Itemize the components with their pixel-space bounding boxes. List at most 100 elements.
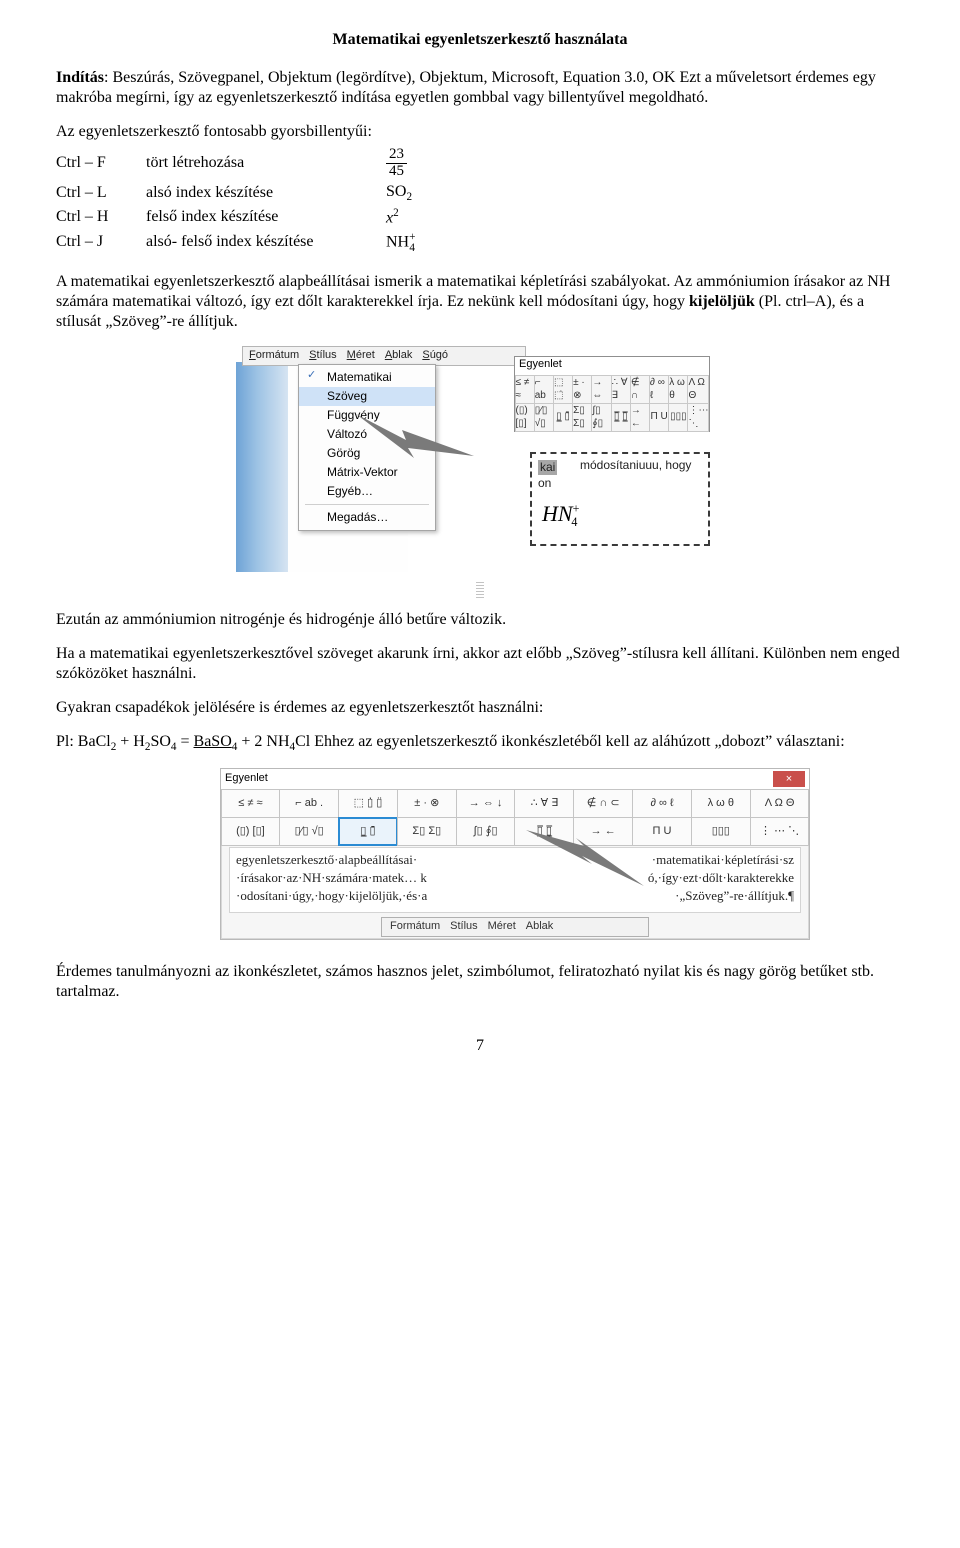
menubar-item[interactable]: Ablak — [385, 349, 413, 363]
menubar-item[interactable]: Formátum — [249, 349, 299, 363]
toolbar-button[interactable]: ⬚ ⬚̇ — [553, 375, 573, 404]
shortcuts-table: Ctrl – Ftört létrehozása2345Ctrl – Lalsó… — [56, 146, 466, 256]
toolbar-button[interactable]: ∂ ∞ ℓ — [632, 789, 692, 818]
toolbar-button[interactable]: ≤ ≠ ≈ — [515, 375, 535, 404]
toolbar-button[interactable]: λ ω θ — [691, 789, 751, 818]
doc-text-line: ·odosítani·úgy,·hogy·kijelöljük,·és·a·„S… — [236, 888, 794, 904]
dropdown-item[interactable]: Változó — [299, 425, 435, 444]
example-rest: Ehhez az egyenletszerkesztő ikonkészleté… — [314, 733, 844, 750]
toolbar-button[interactable]: → ⇔ ↓ — [456, 789, 516, 818]
toolbar-button[interactable]: ⌐ ab — [534, 375, 554, 404]
toolbar-button[interactable]: λ ω θ — [668, 375, 688, 404]
shortcut-desc: tört létrehozása — [146, 146, 386, 181]
document-text-behind: egyenletszerkesztő·alapbeállításai··mate… — [229, 847, 801, 913]
selected-equation-object[interactable]: kai on módosítaniuuu, hogy HN+4 — [530, 452, 710, 546]
toolbar-button[interactable]: ▯⁄▯ √▯ — [279, 817, 339, 846]
shortcut-desc: felső index készítése — [146, 205, 386, 229]
toolbar-button[interactable]: ▯▯▯ — [668, 403, 688, 432]
precipitate-paragraph: Gyakran csapadékok jelölésére is érdemes… — [56, 698, 904, 718]
dropdown-item[interactable]: Mátrix-Vektor — [299, 463, 435, 482]
toolbar-button[interactable]: → ⇔ — [591, 375, 611, 404]
chemical-equation: BaCl2 + H2SO4 = BaSO4 + 2 NH4Cl — [78, 733, 310, 750]
table-row: Ctrl – Lalsó index készítéseSO2 — [56, 181, 466, 205]
menubar-item[interactable]: Formátum — [390, 920, 440, 934]
equation-toolbar[interactable]: Egyenlet ≤ ≠ ≈⌐ ab⬚ ⬚̇± · ⊗→ ⇔∴ ∀ ∃∉ ∩∂ … — [514, 356, 710, 432]
menubar-item[interactable]: Stílus — [450, 920, 478, 934]
shortcut-key: Ctrl – H — [56, 205, 146, 229]
equation-submenubar[interactable]: Formátum Stílus Méret Ablak — [381, 917, 649, 937]
shortcut-key: Ctrl – J — [56, 229, 146, 256]
toolbar-underline-screenshot: Egyenlet × ≤ ≠ ≈⌐ ab .⬚ ▯̇ ▯̈± · ⊗→ ⇔ ↓∴… — [216, 768, 812, 944]
equation-toolbar-grid[interactable]: ≤ ≠ ≈⌐ ab .⬚ ▯̇ ▯̈± · ⊗→ ⇔ ↓∴ ∀ ∃∉ ∩ ⊂∂ … — [221, 790, 809, 846]
shortcut-example: 2345 — [386, 146, 466, 181]
toolbar-button[interactable]: Λ Ω Θ — [750, 789, 810, 818]
toolbar-button[interactable]: ▯̲̅ ▯̲̅ — [514, 817, 574, 846]
toolbar-button[interactable]: → ← — [630, 403, 650, 432]
text-style-paragraph: Ha a matematikai egyenletszerkesztővel s… — [56, 644, 904, 684]
sel-frag-2: on — [538, 476, 551, 491]
toolbar-button[interactable]: Π U — [632, 817, 692, 846]
toolbar-button[interactable]: ± · ⊗ — [397, 789, 457, 818]
toolbar-button[interactable]: Σ▯ Σ▯ — [572, 403, 592, 432]
toolbar-button[interactable]: ≤ ≠ ≈ — [221, 789, 281, 818]
toolbar-button[interactable]: ⬚ ▯̇ ▯̈ — [338, 789, 398, 818]
toolbar-button[interactable]: ∴ ∀ ∃ — [611, 375, 631, 404]
toolbar-button[interactable]: Σ▯ Σ▯ — [397, 817, 457, 846]
equation-toolbar-title: Egyenlet — [515, 357, 709, 376]
style-menu-screenshot: Formátum Stílus Méret Ablak Súgó Matematikai… — [236, 346, 712, 578]
stilus-dropdown[interactable]: MatematikaiSzövegFüggvényVáltozóGörögMát… — [298, 364, 436, 531]
equation-menubar: Formátum Stílus Méret Ablak Súgó — [242, 346, 526, 366]
dropdown-item[interactable]: Görög — [299, 444, 435, 463]
dropdown-item[interactable]: Megadás… — [299, 508, 435, 527]
toolbar-button[interactable]: (▯) [▯] — [221, 817, 281, 846]
ammonium-paragraph: A matematikai egyenletszerkesztő alapbeá… — [56, 272, 904, 332]
after-style-paragraph: Ezután az ammóniumion nitrogénje és hidr… — [56, 610, 904, 630]
sel-frag-3: módosítaniuuu, hogy — [580, 458, 691, 473]
shortcut-key: Ctrl – F — [56, 146, 146, 181]
page-title: Matematikai egyenletszerkesztő használat… — [56, 30, 904, 50]
shortcut-key: Ctrl – L — [56, 181, 146, 205]
menubar-item[interactable]: Súgó — [422, 349, 448, 363]
toolbar-button[interactable]: ▯⁄▯ √▯ — [534, 403, 554, 432]
toolbar-button[interactable]: ⌐ ab . — [279, 789, 339, 818]
table-row: Ctrl – Jalsó- felső index készítéseNH+4 — [56, 229, 466, 256]
menubar-item[interactable]: Méret — [347, 349, 375, 363]
shortcut-example: x2 — [386, 205, 466, 229]
menubar-item[interactable]: Ablak — [526, 920, 554, 934]
toolbar-button[interactable]: ∉ ∩ ⊂ — [573, 789, 633, 818]
toolbar-button[interactable]: ± · ⊗ — [572, 375, 592, 404]
dropdown-item[interactable]: Matematikai — [299, 368, 435, 387]
shortcut-example: NH+4 — [386, 229, 466, 256]
toolbar-button[interactable]: (▯) [▯] — [515, 403, 535, 432]
toolbar-button[interactable]: ⋮⋯⋱ — [687, 403, 709, 432]
toolbar-button[interactable]: ▯̲̅ ▯̲̅ — [611, 403, 631, 432]
toolbar-button[interactable]: ▯̲ ▯̄ — [338, 817, 398, 846]
menu-separator — [305, 504, 429, 505]
shortcut-desc: alsó index készítése — [146, 181, 386, 205]
menubar-item[interactable]: Stílus — [309, 349, 337, 363]
dropdown-item[interactable]: Szöveg — [299, 387, 435, 406]
toolbar-button[interactable]: ▯▯▯ — [691, 817, 751, 846]
intro-paragraph: Indítás: Beszúrás, Szövegpanel, Objektum… — [56, 68, 904, 108]
page-number: 7 — [56, 1036, 904, 1056]
toolbar-button[interactable]: Λ Ω Θ — [687, 375, 709, 404]
toolbar-button[interactable]: ∫▯ ∮▯ — [456, 817, 516, 846]
toolbar-button[interactable]: ▯̲ ▯̄ — [553, 403, 573, 432]
table-row: Ctrl – Ftört létrehozása2345 — [56, 146, 466, 181]
menubar-item[interactable]: Méret — [488, 920, 516, 934]
closing-paragraph: Érdemes tanulmányozni az ikonkészletet, … — [56, 962, 904, 1002]
sel-frag-1: kai — [538, 460, 557, 475]
toolbar-button[interactable]: ∴ ∀ ∃ — [514, 789, 574, 818]
toolbar-button[interactable]: ∫▯ ∮▯ — [591, 403, 611, 432]
dropdown-item[interactable]: Függvény — [299, 406, 435, 425]
dropdown-item[interactable]: Egyéb… — [299, 482, 435, 501]
doc-text-line: egyenletszerkesztő·alapbeállításai··mate… — [236, 852, 794, 868]
equation-window-titlebar: Egyenlet × — [221, 769, 809, 790]
example-lead: Pl: — [56, 733, 78, 750]
close-button[interactable]: × — [773, 771, 805, 787]
toolbar-button[interactable]: → ← — [573, 817, 633, 846]
toolbar-button[interactable]: ⋮ ⋯ ⋱ — [750, 817, 810, 846]
toolbar-button[interactable]: ∂ ∞ ℓ — [649, 375, 669, 404]
toolbar-button[interactable]: ∉ ∩ — [630, 375, 650, 404]
toolbar-button[interactable]: Π U — [649, 403, 669, 432]
